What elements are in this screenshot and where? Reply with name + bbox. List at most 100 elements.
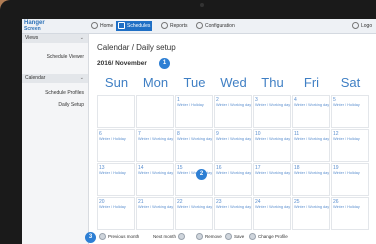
calendar-day-cell[interactable]: 9 Winter / Working day bbox=[214, 129, 252, 162]
nav-schedules-label: Schedules bbox=[127, 23, 151, 29]
day-profile-label: Winter / Holiday bbox=[333, 205, 360, 209]
calendar-day-cell[interactable]: 2 Winter / Working day bbox=[214, 95, 252, 128]
calendar-day-cell[interactable]: 4 Winter / Working day bbox=[292, 95, 330, 128]
reports-icon bbox=[161, 22, 168, 30]
sidebar: Views ⌄ Schedule Viewer Calendar ⌄ Sched… bbox=[22, 34, 89, 244]
day-profile-label: Winter / Working day bbox=[216, 137, 252, 141]
day-profile-label: Winter / Working day bbox=[177, 171, 213, 175]
calendar-day-cell[interactable]: 18 Winter / Working day bbox=[292, 163, 330, 196]
calendar-day-cell[interactable]: 21 Winter / Working day bbox=[136, 197, 174, 230]
arrow-left-icon bbox=[99, 233, 106, 241]
day-profile-label: Winter / Holiday bbox=[99, 137, 126, 141]
nav-schedules[interactable]: Schedules bbox=[116, 21, 153, 31]
previous-month-button[interactable]: Previous month bbox=[99, 232, 139, 242]
nav-logout-label: Logo bbox=[361, 23, 373, 29]
day-profile-label: Winter / Holiday bbox=[99, 205, 126, 209]
weekday-header: Mon bbox=[142, 75, 169, 90]
day-profile-label: Winter / Holiday bbox=[333, 137, 360, 141]
sidebar-views-label: Views bbox=[25, 35, 39, 41]
calendar-day-cell[interactable]: 3 Winter / Working day bbox=[253, 95, 291, 128]
calendar-day-cell[interactable]: 22 Winter / Working day bbox=[175, 197, 213, 230]
calendar-day-cell[interactable]: 7 Winter / Working day bbox=[136, 129, 174, 162]
app-window: Hanger Screen Home Schedules Reports Con… bbox=[22, 19, 376, 244]
weekday-header: Sun bbox=[104, 75, 129, 90]
app-logo: Hanger Screen bbox=[24, 20, 72, 32]
calendar-day-cell bbox=[136, 95, 174, 128]
day-profile-label: Winter / Working day bbox=[294, 171, 330, 175]
day-profile-label: Winter / Working day bbox=[255, 205, 291, 209]
sidebar-item-schedule-viewer[interactable]: Schedule Viewer bbox=[47, 54, 84, 60]
day-profile-label: Winter / Working day bbox=[138, 205, 174, 209]
calendar-day-cell[interactable]: 1 Winter / Holiday bbox=[175, 95, 213, 128]
day-profile-label: Winter / Holiday bbox=[333, 103, 360, 107]
sidebar-calendar-label: Calendar bbox=[25, 75, 46, 81]
nav-reports[interactable]: Reports bbox=[159, 21, 190, 31]
sidebar-views-header[interactable]: Views ⌄ bbox=[22, 34, 88, 43]
change-profile-button[interactable]: Change Profile bbox=[249, 232, 288, 242]
day-profile-label: Winter / Working day bbox=[294, 205, 330, 209]
calendar-day-cell[interactable]: 8 Winter / Working day bbox=[175, 129, 213, 162]
calendar-day-cell[interactable]: 15 Winter / Working day bbox=[175, 163, 213, 196]
day-profile-label: Winter / Holiday bbox=[177, 103, 204, 107]
next-month-button[interactable]: Next month bbox=[153, 232, 187, 242]
weekday-header: Thu bbox=[261, 75, 284, 90]
weekday-header: Tue bbox=[183, 75, 206, 90]
calendar-day-cell[interactable]: 19 Winter / Holiday bbox=[331, 163, 369, 196]
save-label: Save bbox=[234, 234, 245, 239]
day-profile-label: Winter / Holiday bbox=[99, 171, 126, 175]
calendar-day-cell[interactable]: 25 Winter / Working day bbox=[292, 197, 330, 230]
step-badge-1: 1 bbox=[159, 58, 170, 69]
day-profile-label: Winter / Working day bbox=[255, 103, 291, 107]
arrow-right-icon bbox=[178, 233, 186, 241]
calendar-day-cell[interactable]: 26 Winter / Holiday bbox=[331, 197, 369, 230]
calendar-day-cell[interactable]: 14 Winter / Working day bbox=[136, 163, 174, 196]
calendar-day-cell[interactable]: 13 Winter / Holiday bbox=[97, 163, 135, 196]
home-icon bbox=[91, 22, 98, 30]
day-profile-label: Winter / Working day bbox=[294, 103, 330, 107]
calendar-day-cell[interactable]: 11 Winter / Working day bbox=[292, 129, 330, 162]
sidebar-item-daily-setup[interactable]: Daily Setup bbox=[58, 102, 84, 108]
laptop-frame: Hanger Screen Home Schedules Reports Con… bbox=[0, 0, 376, 244]
nav-home[interactable]: Home bbox=[89, 21, 115, 31]
day-profile-label: Winter / Working day bbox=[216, 205, 252, 209]
calendar-day-cell[interactable]: 10 Winter / Working day bbox=[253, 129, 291, 162]
calendar-day-cell bbox=[97, 95, 135, 128]
step-badge-3: 3 bbox=[85, 232, 96, 243]
nav-configuration[interactable]: Configuration bbox=[194, 21, 237, 31]
nav-logout[interactable]: Logo bbox=[350, 21, 374, 31]
sidebar-item-schedule-profiles[interactable]: Schedule Profiles bbox=[45, 90, 84, 96]
previous-month-label: Previous month bbox=[108, 234, 140, 239]
step-badge-2: 2 bbox=[196, 169, 207, 180]
calendar-day-cell[interactable]: 20 Winter / Holiday bbox=[97, 197, 135, 230]
top-navbar: Hanger Screen Home Schedules Reports Con… bbox=[22, 19, 376, 34]
day-profile-label: Winter / Working day bbox=[255, 171, 291, 175]
weekday-header: Wed bbox=[220, 75, 247, 90]
remove-icon bbox=[196, 233, 203, 241]
weekday-header: Fri bbox=[303, 75, 320, 90]
calendar-day-cell[interactable]: 16 Winter / Working day bbox=[214, 163, 252, 196]
nav-reports-label: Reports bbox=[170, 23, 188, 29]
day-profile-label: Winter / Working day bbox=[294, 137, 330, 141]
calendar-day-cell[interactable]: 12 Winter / Holiday bbox=[331, 129, 369, 162]
day-profile-label: Winter / Working day bbox=[138, 137, 174, 141]
day-profile-label: Winter / Working day bbox=[138, 171, 174, 175]
logout-icon bbox=[352, 22, 359, 30]
calendar-day-cell[interactable]: 6 Winter / Holiday bbox=[97, 129, 135, 162]
calendar-icon bbox=[118, 22, 125, 30]
calendar-day-cell[interactable]: 23 Winter / Working day bbox=[214, 197, 252, 230]
calendar-day-cell[interactable]: 24 Winter / Working day bbox=[253, 197, 291, 230]
day-profile-label: Winter / Working day bbox=[255, 137, 291, 141]
remove-button[interactable]: Remove bbox=[196, 232, 222, 242]
page-title: Calendar / Daily setup bbox=[97, 43, 176, 52]
day-profile-label: Winter / Working day bbox=[177, 137, 213, 141]
save-button[interactable]: Save bbox=[225, 232, 244, 242]
day-profile-label: Winter / Working day bbox=[216, 103, 252, 107]
calendar-day-cell[interactable]: 5 Winter / Holiday bbox=[331, 95, 369, 128]
sidebar-calendar-header[interactable]: Calendar ⌄ bbox=[22, 74, 88, 83]
main-content: Calendar / Daily setup 2016/ November 1 … bbox=[89, 34, 376, 244]
day-profile-label: Winter / Working day bbox=[177, 205, 213, 209]
bottom-toolbar: 3 Previous month Next month Remove Save … bbox=[85, 230, 376, 244]
month-label: 2016/ November bbox=[97, 60, 147, 67]
profile-icon bbox=[249, 233, 256, 241]
calendar-day-cell[interactable]: 17 Winter / Working day bbox=[253, 163, 291, 196]
